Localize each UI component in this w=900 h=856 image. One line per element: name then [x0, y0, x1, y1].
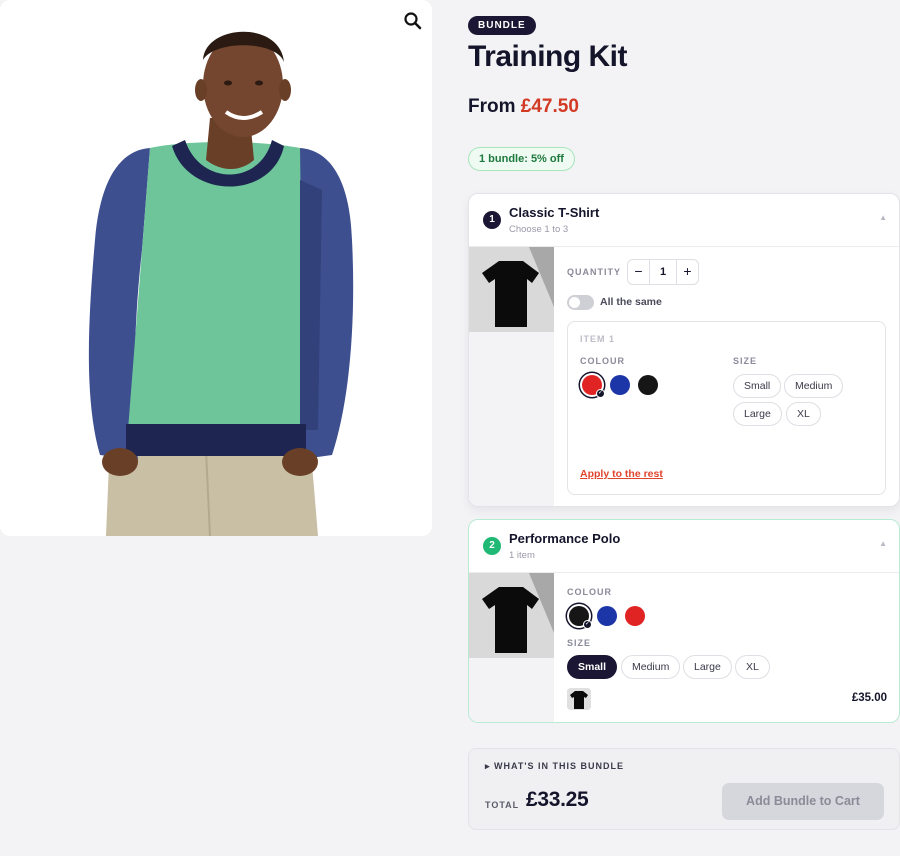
bundle-item-header[interactable]: 1 Classic T-Shirt Choose 1 to 3 ▲	[469, 194, 899, 247]
size-option-medium[interactable]: Medium	[784, 374, 844, 398]
item-options-box: ITEM 1 COLOUR ✓ SIZE Small Medium Large …	[567, 321, 886, 495]
all-the-same-label: All the same	[600, 296, 662, 308]
apply-to-rest-link[interactable]: Apply to the rest	[580, 468, 663, 480]
bundle-item-title: Performance Polo	[509, 531, 621, 546]
bundle-item-title: Classic T-Shirt	[509, 205, 600, 220]
search-icon[interactable]	[403, 11, 423, 31]
total-price: £33.25	[526, 788, 589, 811]
colour-label: COLOUR	[567, 587, 612, 597]
toggle-knob	[569, 297, 580, 308]
whats-in-bundle-toggle[interactable]: ▸ WHAT'S IN THIS BUNDLE	[485, 761, 624, 772]
colour-swatch-black[interactable]	[638, 375, 658, 395]
step-number: 1	[483, 211, 501, 229]
quantity-stepper: − 1 +	[627, 259, 699, 285]
decrease-button[interactable]: −	[628, 260, 650, 284]
selected-variant-thumbnail	[567, 688, 591, 710]
product-gallery	[0, 0, 432, 536]
quantity-label: QUANTITY	[567, 267, 621, 277]
colour-swatch-red[interactable]	[625, 606, 645, 626]
chevron-up-icon[interactable]: ▲	[879, 213, 887, 222]
size-label: SIZE	[733, 356, 758, 366]
check-icon: ✓	[583, 620, 592, 629]
size-option-small[interactable]: Small	[567, 655, 618, 679]
price-amount: £47.50	[520, 96, 579, 117]
bundle-item-card: 2 Performance Polo 1 item ▲ COLOUR ✓ SIZ…	[468, 519, 900, 723]
price-prefix: From	[468, 96, 516, 117]
size-option-xl[interactable]: XL	[735, 655, 770, 679]
size-label: SIZE	[567, 638, 592, 648]
colour-swatch-black[interactable]: ✓	[569, 606, 592, 629]
colour-swatch-red[interactable]: ✓	[582, 375, 605, 398]
size-option-large[interactable]: Large	[733, 402, 782, 426]
bundle-badge: BUNDLE	[468, 16, 536, 35]
thumbnail-column	[469, 247, 554, 506]
size-option-large[interactable]: Large	[683, 655, 732, 679]
product-thumbnail	[469, 573, 554, 658]
price-row: From £47.50	[468, 96, 579, 118]
discount-badge: 1 bundle: 5% off	[468, 147, 575, 171]
item-price: £35.00	[851, 692, 887, 704]
size-option-xl[interactable]: XL	[786, 402, 821, 426]
step-number: 2	[483, 537, 501, 555]
bundle-item-header[interactable]: 2 Performance Polo 1 item ▲	[469, 520, 899, 573]
chevron-up-icon[interactable]: ▲	[879, 539, 887, 548]
colour-label: COLOUR	[580, 356, 625, 366]
all-the-same-toggle[interactable]	[567, 295, 594, 310]
size-option-small[interactable]: Small	[733, 374, 782, 398]
increase-button[interactable]: +	[676, 260, 698, 284]
bundle-item-subtitle: Choose 1 to 3	[509, 224, 569, 235]
product-thumbnail	[469, 247, 554, 332]
check-icon: ✓	[596, 389, 605, 398]
quantity-value: 1	[659, 266, 667, 278]
product-image	[88, 31, 354, 536]
thumbnail-column	[469, 573, 554, 722]
colour-swatch-blue[interactable]	[597, 606, 617, 626]
bundle-item-subtitle: 1 item	[509, 550, 535, 561]
colour-swatch-blue[interactable]	[610, 375, 630, 395]
bundle-summary: ▸ WHAT'S IN THIS BUNDLE TOTAL £33.25 Add…	[468, 748, 900, 830]
product-title: Training Kit	[468, 40, 628, 73]
total-label: TOTAL	[485, 800, 520, 810]
bundle-item-card: 1 Classic T-Shirt Choose 1 to 3 ▲ QUANTI…	[468, 193, 900, 507]
item-label: ITEM 1	[580, 334, 616, 344]
size-option-medium[interactable]: Medium	[621, 655, 681, 679]
add-bundle-to-cart-button[interactable]: Add Bundle to Cart	[722, 783, 884, 820]
